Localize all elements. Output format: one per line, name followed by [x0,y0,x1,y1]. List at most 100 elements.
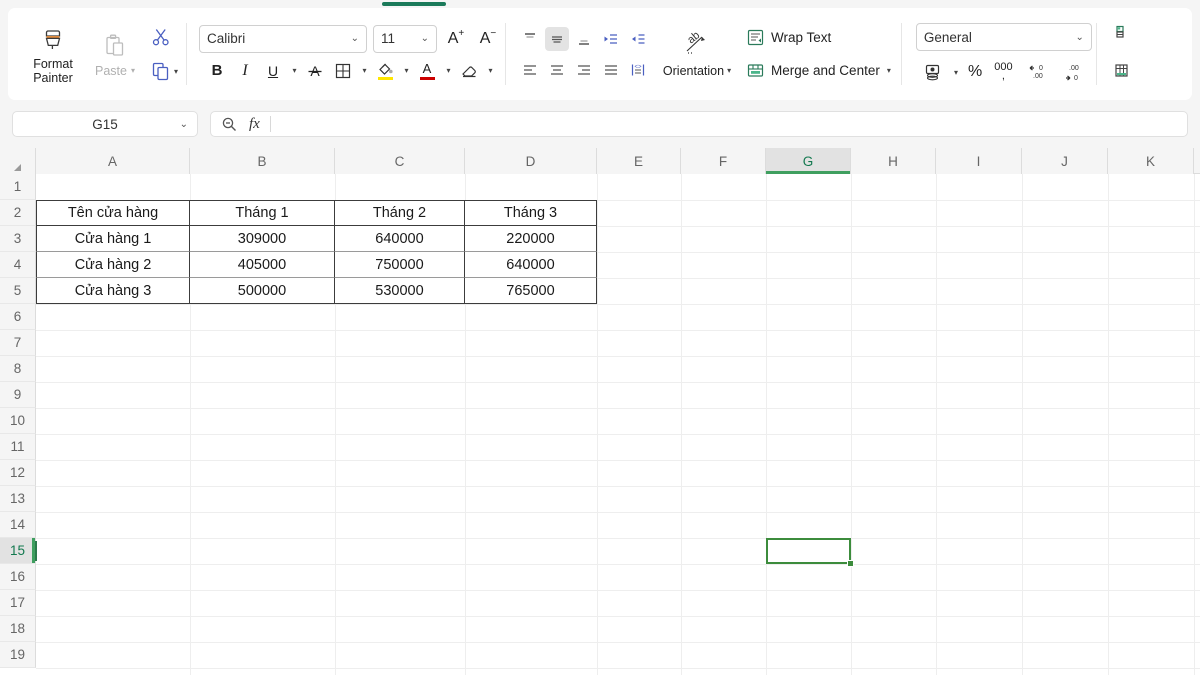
number-format-combobox[interactable]: General ⌄ [916,23,1092,51]
ribbon-group-styles [1101,8,1135,100]
paste-button[interactable]: Paste ▾ [84,14,146,94]
font-color-dropdown[interactable]: ▾ [442,58,454,84]
column-header-B[interactable]: B [190,148,335,174]
row-header-7[interactable]: 7 [0,330,36,356]
accounting-format-button[interactable] [918,59,948,85]
column-header-H[interactable]: H [851,148,936,174]
row-header-1[interactable]: 1 [0,174,36,200]
middle-align-button[interactable] [545,27,569,51]
formula-bar: G15 ⌄ fx [0,106,1200,142]
fill-color-dropdown[interactable]: ▾ [400,58,412,84]
row-header-17[interactable]: 17 [0,590,36,616]
align-center-button[interactable] [545,58,569,82]
excel-window: Format Painter Paste ▾ [0,0,1200,675]
column-header-K[interactable]: K [1108,148,1194,174]
fill-handle[interactable] [847,560,854,567]
column-header-G[interactable]: G [766,148,851,174]
borders-dropdown[interactable]: ▾ [358,58,370,84]
row-header-13[interactable]: 13 [0,486,36,512]
row-header-11[interactable]: 11 [0,434,36,460]
search-minus-icon[interactable] [219,116,239,133]
formula-input-area[interactable]: fx [210,111,1188,137]
format-as-table-button[interactable] [1109,60,1135,86]
cell-text: 750000 [375,257,423,273]
percent-style-button[interactable]: % [963,59,987,85]
increase-font-size-button[interactable]: A+ [443,26,469,52]
italic-button[interactable]: I [232,58,258,84]
fill-color-button[interactable] [372,58,398,84]
cut-copy-column: ▾ [146,14,182,94]
row-header-14[interactable]: 14 [0,512,36,538]
table-cell[interactable]: Tháng 2 [335,200,465,226]
table-cell[interactable]: Tên cửa hàng [36,200,190,226]
accounting-format-dropdown[interactable]: ▾ [950,59,961,85]
table-cell[interactable]: 640000 [465,252,597,278]
table-cell[interactable]: 309000 [190,226,335,252]
justify-button[interactable] [599,58,623,82]
table-cell[interactable]: Cửa hàng 2 [36,252,190,278]
underline-button[interactable]: U [260,58,286,84]
row-header-5[interactable]: 5 [0,278,36,304]
wrap-text-button[interactable]: Wrap Text [740,25,897,50]
bottom-align-button[interactable] [572,27,596,51]
borders-button[interactable] [330,58,356,84]
align-right-button[interactable] [572,58,596,82]
text-direction-button[interactable]: <> [626,58,650,82]
row-header-8[interactable]: 8 [0,356,36,382]
row-header-10[interactable]: 10 [0,408,36,434]
select-all-button[interactable] [0,148,36,174]
align-left-button[interactable] [518,58,542,82]
decrease-font-size-button[interactable]: A− [475,26,501,52]
column-header-I[interactable]: I [936,148,1022,174]
column-header-E[interactable]: E [597,148,681,174]
font-color-button[interactable]: A [414,58,440,84]
table-cell[interactable]: Tháng 3 [465,200,597,226]
table-cell[interactable]: Tháng 1 [190,200,335,226]
column-header-A[interactable]: A [36,148,190,174]
orientation-button[interactable]: ab Orientation ▾ [658,14,736,94]
top-align-button[interactable] [518,27,542,51]
bold-button[interactable]: B [204,58,230,84]
table-cell[interactable]: Cửa hàng 1 [36,226,190,252]
comma-style-button[interactable]: 000 , [989,59,1017,85]
decrease-indent-button[interactable] [599,27,623,51]
cut-button[interactable] [146,23,182,51]
font-name-combobox[interactable]: Calibri ⌄ [199,25,367,53]
column-header-D[interactable]: D [465,148,597,174]
row-header-18[interactable]: 18 [0,616,36,642]
table-cell[interactable]: 750000 [335,252,465,278]
increase-indent-button[interactable] [626,27,650,51]
format-painter-button[interactable]: Format Painter [22,14,84,94]
table-cell[interactable]: 500000 [190,278,335,304]
merge-and-center-button[interactable]: Merge and Center ▾ [740,58,897,83]
clear-formatting-dropdown[interactable]: ▾ [484,58,496,84]
underline-dropdown[interactable]: ▾ [288,58,300,84]
name-box[interactable]: G15 ⌄ [12,111,198,137]
row-header-16[interactable]: 16 [0,564,36,590]
row-header-9[interactable]: 9 [0,382,36,408]
column-header-F[interactable]: F [681,148,766,174]
table-cell[interactable]: 220000 [465,226,597,252]
table-cell[interactable]: Cửa hàng 3 [36,278,190,304]
table-cell[interactable]: 530000 [335,278,465,304]
strikethrough-button[interactable]: A [302,58,328,84]
row-header-12[interactable]: 12 [0,460,36,486]
row-header-19[interactable]: 19 [0,642,36,668]
row-header-6[interactable]: 6 [0,304,36,330]
increase-decimal-button[interactable]: .00 0 [1056,59,1090,85]
row-header-15[interactable]: 15 [0,538,36,564]
row-header-2[interactable]: 2 [0,200,36,226]
decrease-decimal-button[interactable]: 0 .00 [1020,59,1054,85]
row-header-3[interactable]: 3 [0,226,36,252]
row-header-4[interactable]: 4 [0,252,36,278]
table-cell[interactable]: 765000 [465,278,597,304]
column-header-C[interactable]: C [335,148,465,174]
table-cell[interactable]: 640000 [335,226,465,252]
copy-button[interactable]: ▾ [146,57,182,85]
font-size-combobox[interactable]: 11 ⌄ [373,25,437,53]
insert-function-icon[interactable]: fx [249,116,260,133]
clear-formatting-button[interactable] [456,58,482,84]
column-header-J[interactable]: J [1022,148,1108,174]
conditional-formatting-button[interactable] [1109,22,1135,48]
table-cell[interactable]: 405000 [190,252,335,278]
